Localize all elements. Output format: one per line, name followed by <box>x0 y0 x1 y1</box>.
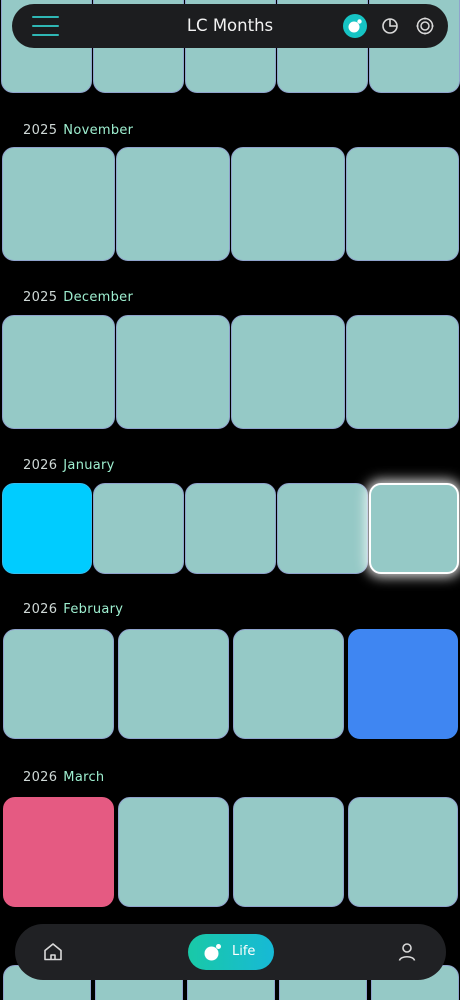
menu-button[interactable] <box>32 14 60 38</box>
week-tile[interactable] <box>2 147 115 261</box>
month-header-february: 2026 February <box>23 602 123 617</box>
settings-icon[interactable] <box>413 14 437 38</box>
month-name: February <box>63 602 124 617</box>
month-name: November <box>63 123 134 138</box>
life-view-icon[interactable] <box>343 14 367 38</box>
month-grid-december <box>0 315 460 431</box>
month-grid-november <box>0 147 460 263</box>
week-tile[interactable] <box>3 629 114 739</box>
menu-icon-line <box>32 34 59 36</box>
nav-life-button[interactable]: Life <box>188 934 274 970</box>
home-icon[interactable] <box>41 940 65 964</box>
week-tile[interactable] <box>2 315 115 429</box>
week-tile[interactable] <box>277 483 368 574</box>
month-grid-march <box>0 797 460 913</box>
month-header-december: 2025 December <box>23 290 133 305</box>
month-header-march: 2026 March <box>23 770 104 785</box>
month-year: 2025 <box>23 290 58 305</box>
month-grid-february <box>0 629 460 745</box>
menu-icon-line <box>32 25 59 27</box>
highlighted-week-tile[interactable] <box>3 797 114 907</box>
week-tile[interactable] <box>231 147 345 261</box>
current-week-tile[interactable] <box>2 483 92 574</box>
month-header-november: 2025 November <box>23 123 133 138</box>
week-tile[interactable] <box>118 797 229 907</box>
month-year: 2025 <box>23 123 58 138</box>
menu-icon-line <box>32 16 59 18</box>
week-tile[interactable] <box>346 147 459 261</box>
top-app-bar: LC Months <box>12 4 448 48</box>
month-year: 2026 <box>23 770 58 785</box>
month-year: 2026 <box>23 458 58 473</box>
months-scroll-view[interactable]: 2025 November 2025 December 2026 January 20… <box>0 0 460 1000</box>
week-tile[interactable] <box>116 315 230 429</box>
month-name: March <box>63 770 105 785</box>
week-tile[interactable] <box>93 483 184 574</box>
month-name: January <box>63 458 115 473</box>
week-tile[interactable] <box>116 147 230 261</box>
selected-week-tile[interactable] <box>369 483 459 574</box>
user-icon[interactable] <box>395 940 419 964</box>
week-tile[interactable] <box>233 629 344 739</box>
nav-life-label: Life <box>232 944 256 959</box>
month-grid-january <box>0 483 460 575</box>
life-icon <box>204 944 221 961</box>
week-tile[interactable] <box>118 629 229 739</box>
month-name: December <box>63 290 134 305</box>
week-tile[interactable] <box>185 483 276 574</box>
month-header-january: 2026 January <box>23 458 115 473</box>
week-tile[interactable] <box>346 315 459 429</box>
bottom-navigation: Life <box>15 924 446 980</box>
month-year: 2026 <box>23 602 58 617</box>
highlighted-week-tile[interactable] <box>348 629 458 739</box>
week-tile[interactable] <box>231 315 345 429</box>
week-tile[interactable] <box>233 797 344 907</box>
chart-view-icon[interactable] <box>378 14 402 38</box>
week-tile[interactable] <box>348 797 458 907</box>
